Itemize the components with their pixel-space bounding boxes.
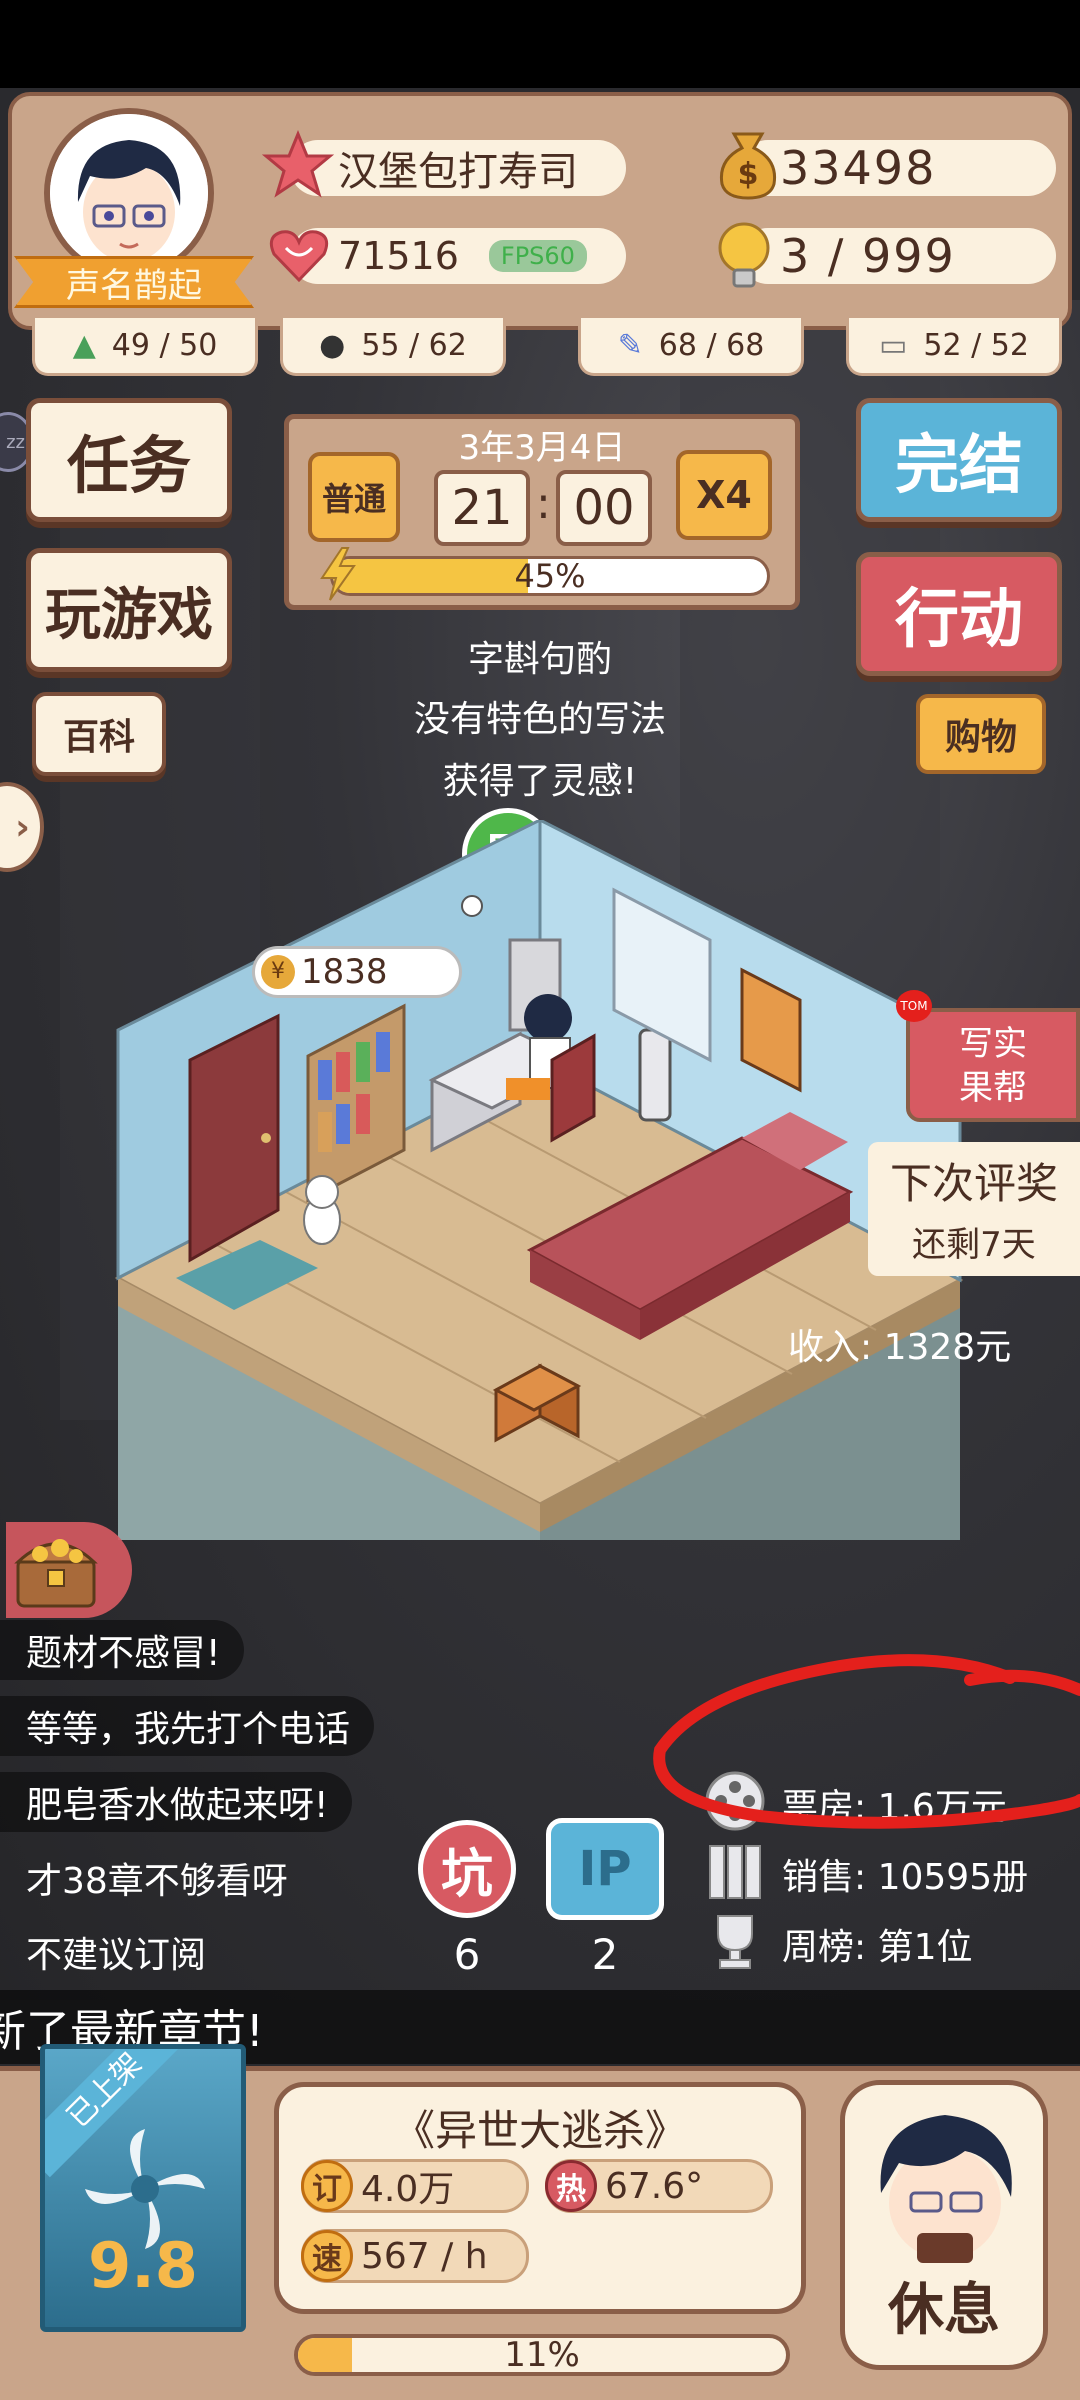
energy-percent: 45% [514, 557, 586, 595]
income-bubble[interactable]: ¥ 1838 [252, 946, 462, 998]
attribute-value: 49 / 50 [111, 328, 218, 363]
realism-gang-button[interactable]: 写实 果帮 [906, 1008, 1080, 1122]
treasure-chest-icon[interactable] [10, 1520, 102, 1616]
rest-button[interactable]: 休息 [840, 2080, 1048, 2370]
attribute-value: 68 / 68 [658, 328, 765, 363]
hat-icon: ● [319, 328, 346, 363]
inspiration-pill: 3 / 999 [740, 228, 1056, 284]
novel-cover[interactable]: 已上架 9.8 [40, 2044, 246, 2332]
player-name: 汉堡包打寿司 [338, 149, 578, 195]
novel-score: 9.8 [88, 2229, 198, 2302]
heat-badge: 热 [545, 2160, 597, 2212]
income-label: 收入: 1328元 [788, 1327, 1012, 1368]
player-name-pill: 汉堡包打寿司 [290, 140, 626, 196]
subscriptions-pill: 订 4.0万 [301, 2159, 529, 2213]
subscriptions-value: 4.0万 [361, 2169, 455, 2210]
heat-value: 67.6° [605, 2165, 704, 2207]
rest-character-avatar [880, 2115, 1012, 2263]
comment-item: 题材不感冒! [0, 1620, 245, 1680]
reputation-title-badge: 声名鹊起 [14, 256, 254, 308]
svg-text:$: $ [738, 157, 759, 192]
money-pill: 33498 [740, 140, 1056, 196]
attribute-value: 52 / 52 [923, 328, 1029, 363]
fans-count: 71516 [338, 234, 459, 278]
heart-icon [266, 222, 332, 292]
fans-pill: 71516 FPS60 [290, 228, 626, 284]
event-message-line1: 字斟句酌 [467, 639, 612, 680]
money-bag-icon: $ [712, 126, 784, 206]
comment-item: 才38章不够看呀 [26, 1861, 288, 1902]
comment-item: 不建议订阅 [26, 1935, 207, 1976]
books-icon [704, 1840, 766, 1906]
lightning-icon [318, 546, 358, 606]
annotation-circle [653, 1654, 1080, 1829]
player-avatar[interactable] [44, 108, 214, 278]
book-icon: ▭ [879, 328, 908, 363]
clock-separator: : [536, 478, 551, 529]
novel-title: 《异世大逃杀》 [392, 2106, 687, 2155]
award-countdown-card[interactable]: 下次评奖 还剩7天 [868, 1142, 1080, 1276]
writing-speed-pill: 速 567 / h [301, 2229, 529, 2283]
fps-indicator: FPS60 [488, 240, 587, 272]
star-icon [261, 130, 335, 206]
clock-minute: 00 [556, 470, 652, 546]
award-title: 下次评奖 [889, 1159, 1058, 1208]
clock-hour: 21 [434, 470, 530, 546]
novel-info-card[interactable]: 《异世大逃杀》 订 4.0万 热 67.6° 速 567 / h [274, 2082, 806, 2314]
shop-button[interactable]: 购物 [916, 694, 1046, 774]
realism-gang-line1: 写实 [959, 1024, 1027, 1064]
attribute-tab[interactable]: ● 55 / 62 [280, 318, 506, 376]
event-message-line3: 获得了灵感! [442, 761, 638, 802]
writing-speed-value: 567 / h [361, 2235, 488, 2277]
mode-normal-button[interactable]: 普通 [308, 452, 400, 542]
heat-pill: 热 67.6° [545, 2159, 773, 2213]
money-amount: 33498 [780, 141, 937, 195]
ip-count: 2 [591, 1930, 619, 1979]
action-button[interactable]: 行动 [856, 552, 1062, 676]
event-message-line2: 没有特色的写法 [413, 699, 666, 740]
finish-button[interactable]: 完结 [856, 398, 1062, 522]
award-days-left: 还剩7天 [912, 1225, 1036, 1265]
brush-icon: ✎ [617, 328, 643, 363]
rest-label: 休息 [888, 2278, 1000, 2343]
attribute-tab[interactable]: ▭ 52 / 52 [846, 318, 1062, 376]
pit-count: 6 [453, 1930, 481, 1979]
sales-stat: 销售: 10595册 [782, 1857, 1029, 1898]
play-games-button[interactable]: 玩游戏 [26, 548, 232, 672]
comment-item: 等等，我先打个电话 [0, 1696, 375, 1756]
chapter-progress-percent: 11% [504, 2335, 580, 2375]
pit-button[interactable]: 坑 [418, 1820, 516, 1918]
status-bar [0, 0, 1080, 88]
attribute-tab[interactable]: ✎ 68 / 68 [578, 318, 804, 376]
attribute-tab[interactable]: ▲ 49 / 50 [32, 318, 258, 376]
tasks-button[interactable]: 任务 [26, 398, 232, 522]
realism-gang-line2: 果帮 [959, 1068, 1027, 1108]
comment-item: 肥皂香水做起来呀! [0, 1772, 353, 1832]
subscriptions-badge: 订 [301, 2160, 353, 2212]
attribute-value: 55 / 62 [361, 328, 467, 363]
weekly-rank-stat: 周榜: 第1位 [782, 1927, 973, 1968]
new-tag-badge: TOM [896, 990, 932, 1022]
trophy-icon [704, 1910, 766, 1976]
coin-bag-icon: ¥ [261, 955, 295, 989]
wiki-button[interactable]: 百科 [32, 692, 166, 776]
lightbulb-icon [712, 218, 776, 300]
speed-badge: 速 [301, 2230, 353, 2282]
income-bubble-value: 1838 [301, 952, 388, 992]
mountain-icon: ▲ [72, 328, 96, 363]
speed-x4-button[interactable]: X4 [676, 450, 772, 540]
inspiration-value: 3 / 999 [780, 229, 956, 283]
